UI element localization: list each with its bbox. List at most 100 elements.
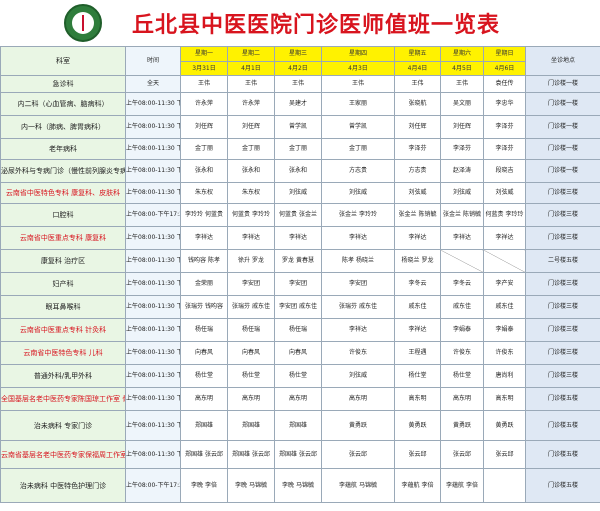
duty-cell: 何蓝贵 李玲玲 [227, 203, 275, 227]
dept-cell: 泌尿外科与专病门诊（慢性前列腺炎专病门诊） [0, 159, 126, 183]
duty-cell: 高东明 [394, 387, 441, 411]
duty-cell: 李冬云 [440, 272, 484, 296]
duty-cell: 王伟 [227, 75, 275, 93]
duty-cell: 张金兰 陈销毓 [440, 203, 484, 227]
duty-cell: 张瑞芬 钱昀容 [180, 295, 228, 319]
duty-cell: 张云邱 [440, 440, 484, 469]
duty-cell: 刘弦威 [483, 182, 526, 204]
duty-cell: 李安团 [321, 272, 395, 296]
duty-cell: 李忠华 [483, 92, 526, 116]
duty-cell: 张晓航 [394, 92, 441, 116]
duty-cell: 张云邱 [394, 440, 441, 469]
duty-cell: 金丁丽 [180, 138, 228, 160]
dept-cell: 云南省中医重点专科 康复科 [0, 226, 126, 250]
duty-cell: 张金兰 陈销毓 [394, 203, 441, 227]
duty-cell: 徐升 罗龙 [227, 249, 275, 273]
duty-cell: 刘任辉 [394, 115, 441, 139]
duty-cell: 金丁丽 [321, 138, 395, 160]
time-cell: 上午08:00-11:30 下午14:00-17:30 [125, 92, 181, 116]
logo-mark [82, 15, 84, 31]
duty-cell: 许俊东 [483, 341, 526, 365]
duty-cell: 罗龙 黄春慧 [274, 249, 322, 273]
time-cell: 上午08:00-11:30 下午14:00-17:30 [125, 410, 181, 441]
location-cell: 门诊楼一楼 [525, 138, 600, 160]
time-cell: 上午08:00-11:30 下午14:00-17:30 [125, 272, 181, 296]
header-date: 4月6日 [483, 61, 526, 76]
duty-cell: 戚东佳 [394, 295, 441, 319]
duty-cell: 高东明 [321, 387, 395, 411]
duty-cell: 李玲玲 何蓝贵 [180, 203, 228, 227]
duty-cell: 李泽芬 [394, 138, 441, 160]
time-cell: 全天 [125, 75, 181, 93]
duty-cell: 刘弦威 [394, 182, 441, 204]
logo-inner [72, 12, 94, 34]
duty-cell: 杨仕堂 [440, 364, 484, 388]
duty-cell: 赵泽涛 [440, 159, 484, 183]
table-row: 全国基层名老中医药专家陈国琼工作室 骨伤科上午08:00-11:30 下午14:… [0, 387, 600, 411]
duty-cell: 钱昀容 陈孝 [180, 249, 228, 273]
time-cell: 上午08:00-下午17:30 [125, 468, 181, 503]
dept-cell: 老年病科 [0, 138, 126, 160]
duty-cell: 张瑞芬 戚东佳 [321, 295, 395, 319]
header-weekday: 星期日 [483, 46, 526, 62]
duty-cell: 曾学凯 [274, 115, 322, 139]
duty-cell: 高东明 [483, 387, 526, 411]
duty-cell [483, 249, 526, 273]
duty-cell: 李祥达 [180, 226, 228, 250]
location-cell: 门诊楼五楼 [525, 468, 600, 503]
dept-cell: 康复科 治疗区 [0, 249, 126, 273]
duty-cell: 郑国雄 张云邱 [227, 440, 275, 469]
duty-cell: 朱东权 [227, 182, 275, 204]
duty-cell: 郑国雄 张云邱 [180, 440, 228, 469]
table-row: 内二科（心血管病、脑病科）上午08:00-11:30 下午14:00-17:30… [0, 92, 600, 116]
table-row: 眼耳鼻喉科上午08:00-11:30 下午14:00-17:30张瑞芬 钱昀容张… [0, 295, 600, 319]
duty-cell: 王伟 [394, 75, 441, 93]
duty-cell: 李安团 [274, 272, 322, 296]
dept-cell: 内一科（肺病、脾胃病科） [0, 115, 126, 139]
location-cell: 门诊楼五楼 [525, 410, 600, 441]
duty-cell: 戚东佳 [440, 295, 484, 319]
duty-cell: 郑国雄 张云邱 [274, 440, 322, 469]
duty-cell: 王伟 [440, 75, 484, 93]
duty-cell: 李晚 马锦毓 [227, 468, 275, 503]
location-cell: 门诊楼三楼 [525, 341, 600, 365]
location-cell: 门诊楼三楼 [525, 295, 600, 319]
table-row: 口腔科上午08:00-下午17:30李玲玲 何蓝贵何蓝贵 李玲玲何蓝贵 张金兰张… [0, 203, 600, 227]
duty-cell: 朱东权 [180, 182, 228, 204]
duty-cell: 段晓吉 [483, 159, 526, 183]
header-date: 4月4日 [394, 61, 441, 76]
location-cell: 门诊楼一楼 [525, 159, 600, 183]
table-row: 治未病科 中医特色护理门诊上午08:00-下午17:30李晚 李倍李晚 马锦毓李… [0, 468, 600, 503]
duty-cell: 杨仕堂 [394, 364, 441, 388]
dept-cell: 内二科（心血管病、脑病科） [0, 92, 126, 116]
duty-cell: 李祥达 [394, 226, 441, 250]
duty-cell: 王伟 [321, 75, 395, 93]
header-weekday: 星期三 [274, 46, 322, 62]
table-row: 急诊科 全天 王伟 王伟 王伟 王伟 王伟 王伟 袁任传 门诊楼一楼 [0, 75, 600, 93]
time-cell: 上午08:00-11:30 下午14:00-17:30 [125, 364, 181, 388]
duty-cell: 李娟泰 [483, 318, 526, 342]
table-row: 云南省中医特色专科 康复科、皮肤科上午08:00-11:30 下午14:00-1… [0, 182, 600, 204]
duty-cell: 黄勇跃 [440, 410, 484, 441]
duty-cell: 李冬云 [394, 272, 441, 296]
duty-cell: 刘弦威 [274, 182, 322, 204]
duty-cell: 何蓝贵 张金兰 [274, 203, 322, 227]
duty-cell: 杨仕堂 [227, 364, 275, 388]
table-row: 康复科 治疗区上午08:00-11:30 下午14:00-晚上21:00钱昀容 … [0, 249, 600, 273]
duty-cell: 李产安 [483, 272, 526, 296]
duty-cell: 张云邱 [483, 440, 526, 469]
duty-cell: 王伟 [274, 75, 322, 93]
table-row: 内一科（肺病、脾胃病科）上午08:00-11:30 下午14:00-17:30刘… [0, 115, 600, 139]
header-date: 4月2日 [274, 61, 322, 76]
duty-cell: 张金兰 李玲玲 [321, 203, 395, 227]
duty-cell: 李祥达 [440, 226, 484, 250]
duty-cell: 杨任瑞 [274, 318, 322, 342]
dept-cell: 治未病科 专家门诊 [0, 410, 126, 441]
duty-table: 科室 时间 星期一 星期二 星期三 星期四 星期五 星期六 星期日 坐诊地点 3… [0, 46, 600, 503]
duty-cell: 郑国雄 [274, 410, 322, 441]
page: 丘北县中医医院门诊医师值班一览表 科室 时间 星期一 星期二 星期三 星期四 星… [0, 0, 600, 511]
table-row: 治未病科 专家门诊上午08:00-11:30 下午14:00-17:30郑国雄郑… [0, 410, 600, 441]
time-cell: 上午08:00-11:30 下午14:00-晚上21:00 [125, 249, 181, 273]
location-cell: 门诊楼三楼 [525, 364, 600, 388]
header-weekday: 星期二 [227, 46, 275, 62]
